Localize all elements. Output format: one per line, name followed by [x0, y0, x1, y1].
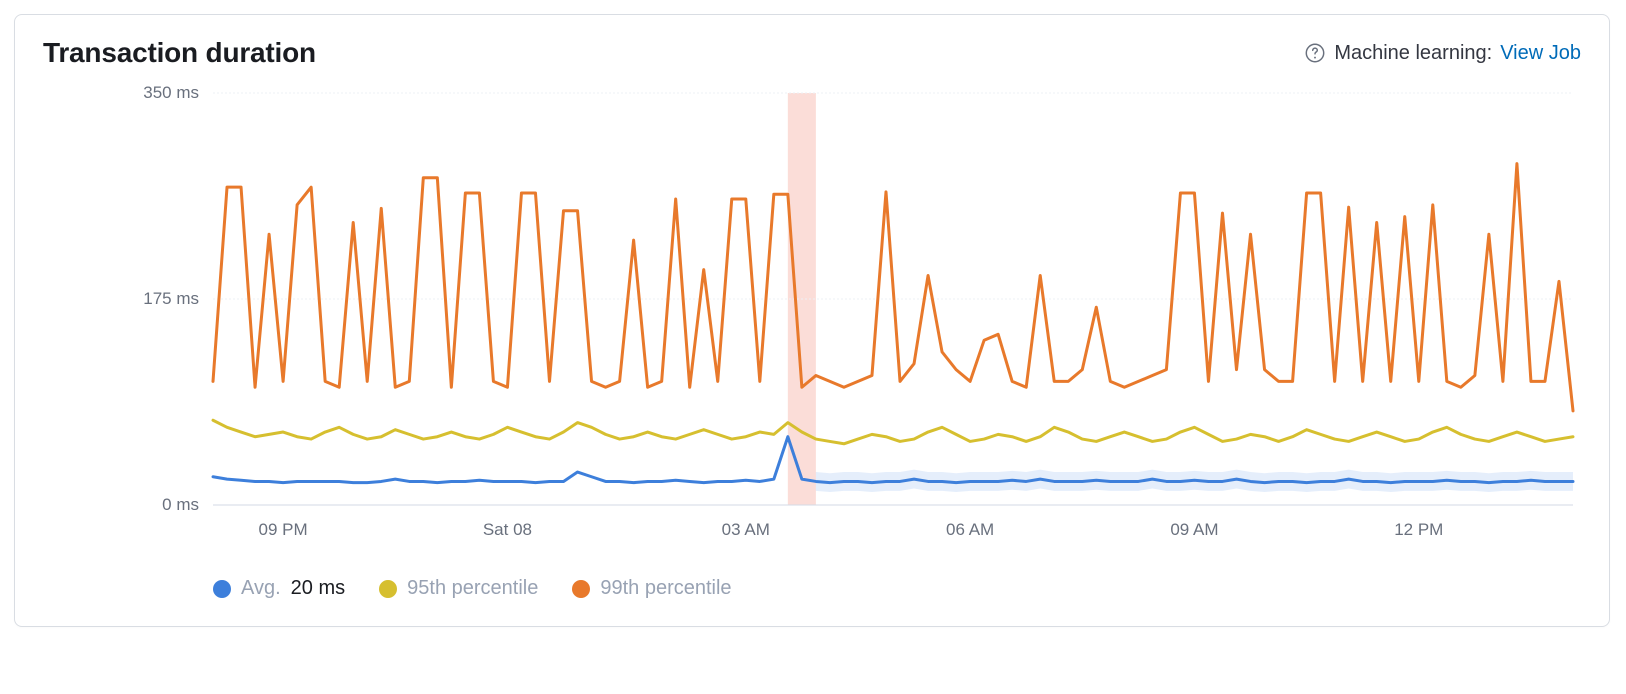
- legend-avg-label: Avg.: [241, 577, 281, 600]
- legend-p99-label: 99th percentile: [600, 577, 731, 600]
- machine-learning-block: Machine learning: View Job: [1304, 42, 1581, 65]
- x-tick-label: 03 AM: [722, 520, 770, 539]
- series-99th-percentile: [213, 164, 1573, 411]
- panel-title: Transaction duration: [43, 37, 316, 69]
- legend-avg-value: 20 ms: [291, 577, 345, 600]
- swatch-avg: [213, 580, 231, 598]
- legend-p95-label: 95th percentile: [407, 577, 538, 600]
- x-tick-label: 06 AM: [946, 520, 994, 539]
- x-tick-label: Sat 08: [483, 520, 532, 539]
- chart-area[interactable]: 0 ms 175 ms 350 ms 09 PM Sat 08 03 AM 06 AM 09 …: [43, 85, 1581, 555]
- legend-item-p95[interactable]: 95th percentile: [379, 577, 538, 600]
- ml-label: Machine learning:: [1334, 42, 1492, 65]
- swatch-p95: [379, 580, 397, 598]
- y-tick-label: 175 ms: [143, 289, 199, 308]
- y-tick-label: 350 ms: [143, 85, 199, 102]
- help-icon[interactable]: [1304, 42, 1326, 64]
- x-tick-label: 09 AM: [1170, 520, 1218, 539]
- x-tick-label: 12 PM: [1394, 520, 1443, 539]
- legend-item-avg[interactable]: Avg. 20 ms: [213, 577, 345, 600]
- swatch-p99: [572, 580, 590, 598]
- x-tick-label: 09 PM: [259, 520, 308, 539]
- view-job-link[interactable]: View Job: [1500, 42, 1581, 65]
- legend: Avg. 20 ms 95th percentile 99th percenti…: [43, 577, 1581, 600]
- series-95th-percentile: [213, 420, 1573, 444]
- panel-header: Transaction duration Machine learning: V…: [43, 37, 1581, 69]
- legend-item-p99[interactable]: 99th percentile: [572, 577, 731, 600]
- y-tick-label: 0 ms: [162, 495, 199, 514]
- transaction-duration-panel: Transaction duration Machine learning: V…: [14, 14, 1610, 627]
